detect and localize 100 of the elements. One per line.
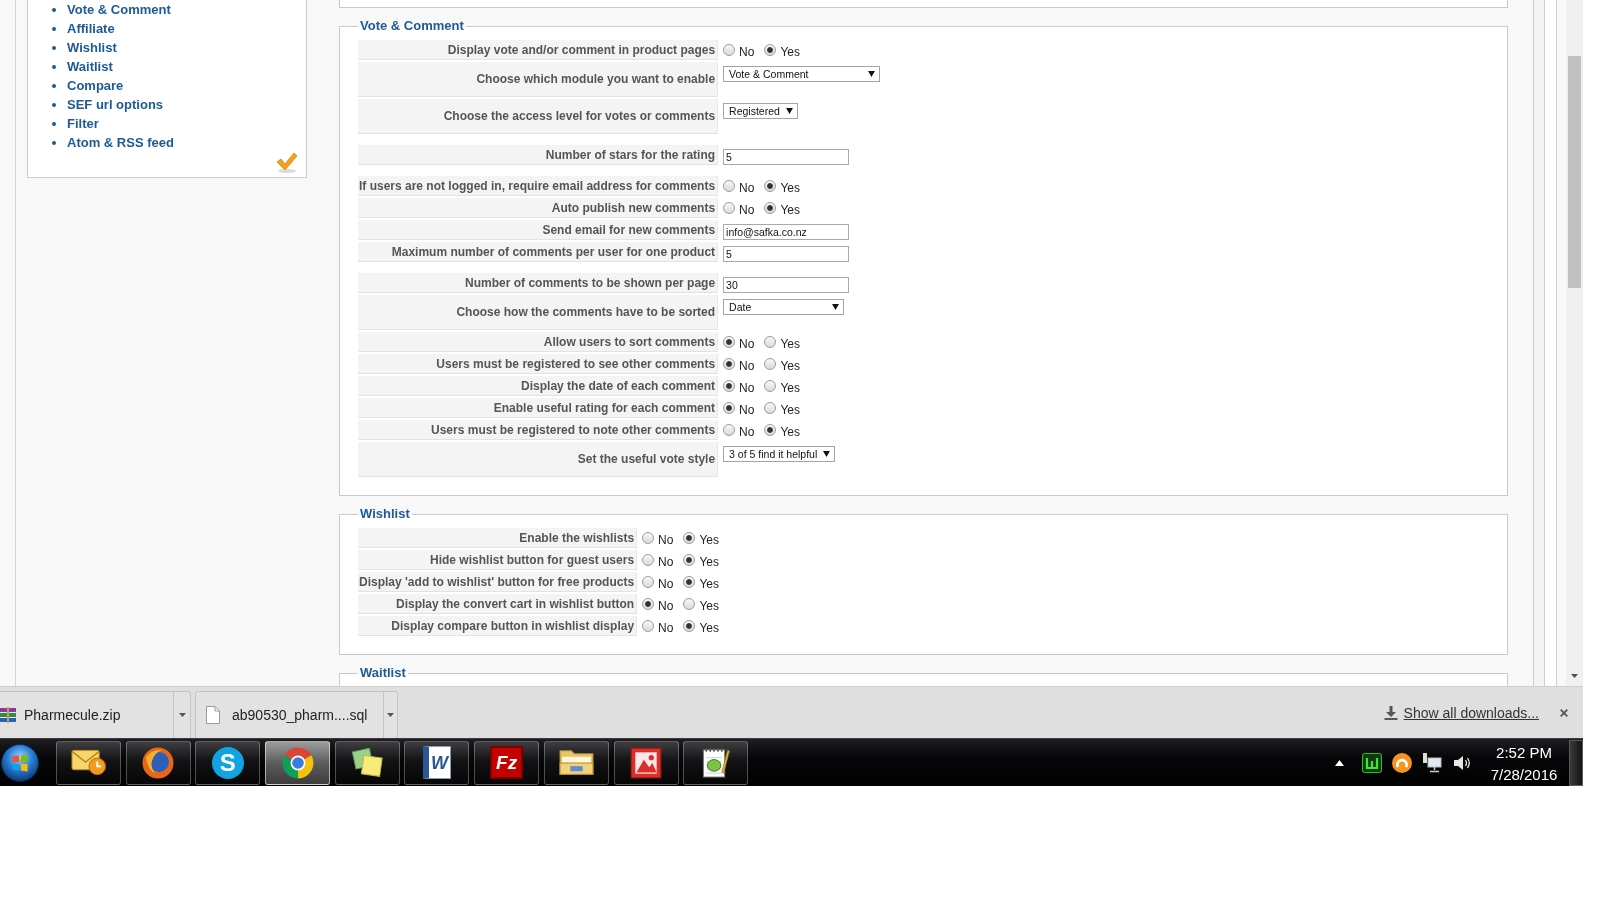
- radio-button[interactable]: [683, 620, 696, 632]
- radio-button[interactable]: [723, 358, 736, 370]
- option-label[interactable]: Yes: [780, 203, 801, 217]
- radio-button[interactable]: [723, 424, 736, 436]
- option-label[interactable]: No: [739, 359, 755, 373]
- option-label[interactable]: No: [658, 555, 674, 569]
- close-icon[interactable]: [1560, 708, 1568, 717]
- option-label[interactable]: Yes: [780, 381, 801, 395]
- radio-button[interactable]: [723, 336, 736, 348]
- option-label[interactable]: Yes: [780, 45, 801, 59]
- taskbar-button[interactable]: [334, 740, 400, 785]
- sidebar-link[interactable]: Affiliate: [67, 20, 115, 37]
- option-label[interactable]: No: [739, 203, 755, 217]
- radio-button[interactable]: [764, 44, 777, 56]
- clock-time[interactable]: 2:52 PM: [1496, 741, 1552, 764]
- radio-button[interactable]: [723, 44, 736, 56]
- sidebar-link[interactable]: Waitlist: [67, 58, 113, 75]
- radio-button[interactable]: [683, 532, 696, 544]
- taskbar-button[interactable]: [613, 740, 679, 785]
- show-all-downloads-link[interactable]: Show all downloads...: [1383, 704, 1539, 721]
- caret-icon[interactable]: [387, 713, 394, 717]
- option-label[interactable]: No: [739, 381, 755, 395]
- show-desktop-button[interactable]: [1569, 739, 1583, 786]
- sidebar-link[interactable]: Atom & RSS feed: [67, 134, 174, 151]
- option-label[interactable]: No: [658, 577, 674, 591]
- taskbar-button[interactable]: [683, 740, 749, 785]
- caret-icon: [868, 71, 876, 77]
- radio-button[interactable]: [683, 576, 696, 588]
- radio-button[interactable]: [723, 202, 736, 214]
- dropdown[interactable]: 3 of 5 find it helpful: [723, 446, 836, 462]
- scroll-arrow-icon[interactable]: [1571, 674, 1578, 678]
- bullet-icon: [52, 7, 56, 12]
- option-label[interactable]: No: [658, 533, 674, 547]
- field-label: If users are not logged in, require email address for comments: [358, 176, 719, 196]
- radio-button[interactable]: [764, 180, 777, 192]
- dropdown[interactable]: Registered: [723, 103, 798, 119]
- option-label[interactable]: No: [739, 403, 755, 417]
- clock-date[interactable]: 7/28/2016: [1490, 763, 1558, 786]
- text-field[interactable]: 5: [723, 149, 850, 165]
- sidebar-link[interactable]: Compare: [67, 77, 124, 94]
- taskbar-button[interactable]: [265, 740, 331, 785]
- scrollbar-thumb[interactable]: [1568, 56, 1581, 288]
- option-label[interactable]: Yes: [780, 403, 801, 417]
- radio-button[interactable]: [764, 402, 777, 414]
- scrollbar[interactable]: [1566, 0, 1583, 686]
- option-label[interactable]: No: [739, 425, 755, 439]
- dropdown[interactable]: Date: [723, 299, 845, 315]
- dropdown[interactable]: Vote & Comment: [723, 66, 881, 82]
- caret-icon[interactable]: [179, 713, 186, 717]
- radio-button[interactable]: [642, 576, 655, 588]
- option-label[interactable]: No: [658, 621, 674, 635]
- taskbar-button[interactable]: [543, 740, 609, 785]
- radio-button[interactable]: [642, 598, 655, 610]
- sidebar-link[interactable]: Vote & Comment: [67, 1, 171, 18]
- radio-button[interactable]: [764, 380, 777, 392]
- option-label[interactable]: Yes: [699, 621, 719, 635]
- radio-button[interactable]: [723, 402, 736, 414]
- option-label[interactable]: Yes: [699, 577, 719, 591]
- option-label[interactable]: Yes: [780, 337, 801, 351]
- option-label[interactable]: No: [739, 45, 755, 59]
- file-icon: [206, 706, 220, 724]
- square-app-icon[interactable]: [1362, 752, 1382, 773]
- ring-app-icon[interactable]: [1392, 752, 1412, 773]
- option-label[interactable]: Yes: [780, 181, 801, 195]
- radio-button[interactable]: [642, 554, 655, 566]
- text-field[interactable]: 5: [723, 246, 850, 262]
- taskbar-button[interactable]: [125, 740, 191, 785]
- option-label[interactable]: Yes: [699, 555, 719, 569]
- option-label[interactable]: No: [739, 337, 755, 351]
- radio-button[interactable]: [723, 380, 736, 392]
- option-label[interactable]: Yes: [780, 359, 801, 373]
- option-label[interactable]: Yes: [699, 599, 719, 613]
- taskbar-button[interactable]: Fz: [474, 740, 540, 785]
- radio-button[interactable]: [642, 620, 655, 632]
- radio-button[interactable]: [723, 180, 736, 192]
- option-label[interactable]: No: [739, 181, 755, 195]
- taskbar-button[interactable]: W: [404, 740, 470, 785]
- sidebar-link[interactable]: SEF url options: [67, 96, 164, 113]
- radio-button[interactable]: [683, 554, 696, 566]
- bullet-icon: [52, 83, 56, 88]
- option-label[interactable]: No: [658, 599, 674, 613]
- sidebar-link[interactable]: Wishlist: [67, 39, 117, 56]
- start-button[interactable]: [0, 742, 40, 783]
- chevron-up-icon[interactable]: [1335, 759, 1344, 766]
- radio-button[interactable]: [683, 598, 696, 610]
- radio-button[interactable]: [764, 424, 777, 436]
- radio-button[interactable]: [764, 336, 777, 348]
- radio-button[interactable]: [764, 202, 777, 214]
- radio-button[interactable]: [764, 358, 777, 370]
- network-icon[interactable]: [1422, 752, 1442, 773]
- download-item[interactable]: ab90530_pharm....sql: [195, 691, 398, 738]
- text-field[interactable]: 30: [723, 277, 850, 293]
- sidebar-link[interactable]: Filter: [67, 115, 99, 132]
- radio-button[interactable]: [642, 532, 655, 544]
- option-label[interactable]: Yes: [699, 533, 719, 547]
- download-item[interactable]: Pharmecule.zip: [0, 691, 191, 738]
- option-label[interactable]: Yes: [780, 425, 801, 439]
- taskbar-button[interactable]: [56, 740, 121, 785]
- section-title: Waitlist: [359, 665, 407, 681]
- text-field[interactable]: info@safka.co.nz: [723, 224, 850, 240]
